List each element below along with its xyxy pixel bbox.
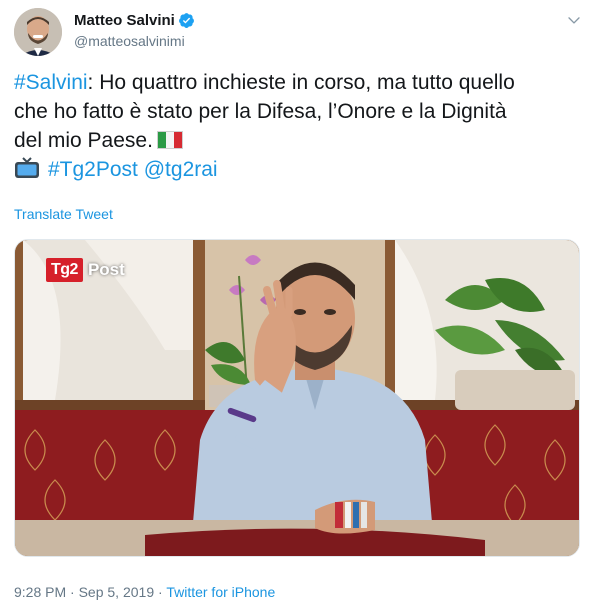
tweet-text: #Salvini: Ho quattro inchieste in corso,… — [14, 68, 580, 184]
author-handle[interactable]: @matteosalvinimi — [74, 33, 185, 49]
meta-separator-2: · — [154, 584, 167, 600]
television-icon — [15, 157, 39, 178]
mention-tg2rai[interactable]: @tg2rai — [144, 158, 218, 181]
verified-badge-icon — [179, 13, 194, 28]
tweet-line-3-text: del mio Paese. — [14, 129, 153, 152]
tweet-meta: 9:28 PM · Sep 5, 2019 · Twitter for iPho… — [14, 584, 275, 600]
tweet-time[interactable]: 9:28 PM — [14, 584, 66, 600]
tweet-line-1: #Salvini: Ho quattro inchieste in corso,… — [14, 68, 580, 97]
hashtag-tg2post[interactable]: #Tg2Post — [48, 158, 138, 181]
tweet-date[interactable]: Sep 5, 2019 — [79, 584, 155, 600]
tweet-line-2: che ho fatto è stato per la Difesa, l’On… — [14, 100, 507, 123]
tweet-line-4: #Tg2Post @tg2rai — [14, 155, 580, 184]
tweet-line-3: del mio Paese. — [14, 126, 580, 155]
video-frame-illustration — [15, 240, 579, 556]
translate-tweet-link[interactable]: Translate Tweet — [14, 206, 113, 222]
tg2-post-logo: Tg2 Post — [46, 258, 125, 282]
author-name[interactable]: Matteo Salvini — [74, 12, 175, 29]
hashtag-salvini[interactable]: #Salvini — [14, 71, 88, 94]
tg2-logo-box: Tg2 — [46, 258, 83, 282]
avatar[interactable] — [14, 8, 62, 56]
chevron-down-icon[interactable] — [566, 12, 582, 28]
tweet-line-1-text: : Ho quattro inchieste in corso, ma tutt… — [87, 71, 515, 94]
tweet-source-link[interactable]: Twitter for iPhone — [166, 584, 275, 600]
meta-separator: · — [66, 584, 79, 600]
tg2-logo-post: Post — [87, 260, 125, 279]
tweet-card: Matteo Salvini @matteosalvinimi #Salvini… — [0, 0, 594, 605]
tweet-media-video[interactable] — [14, 239, 580, 557]
italy-flag-icon — [156, 131, 183, 149]
